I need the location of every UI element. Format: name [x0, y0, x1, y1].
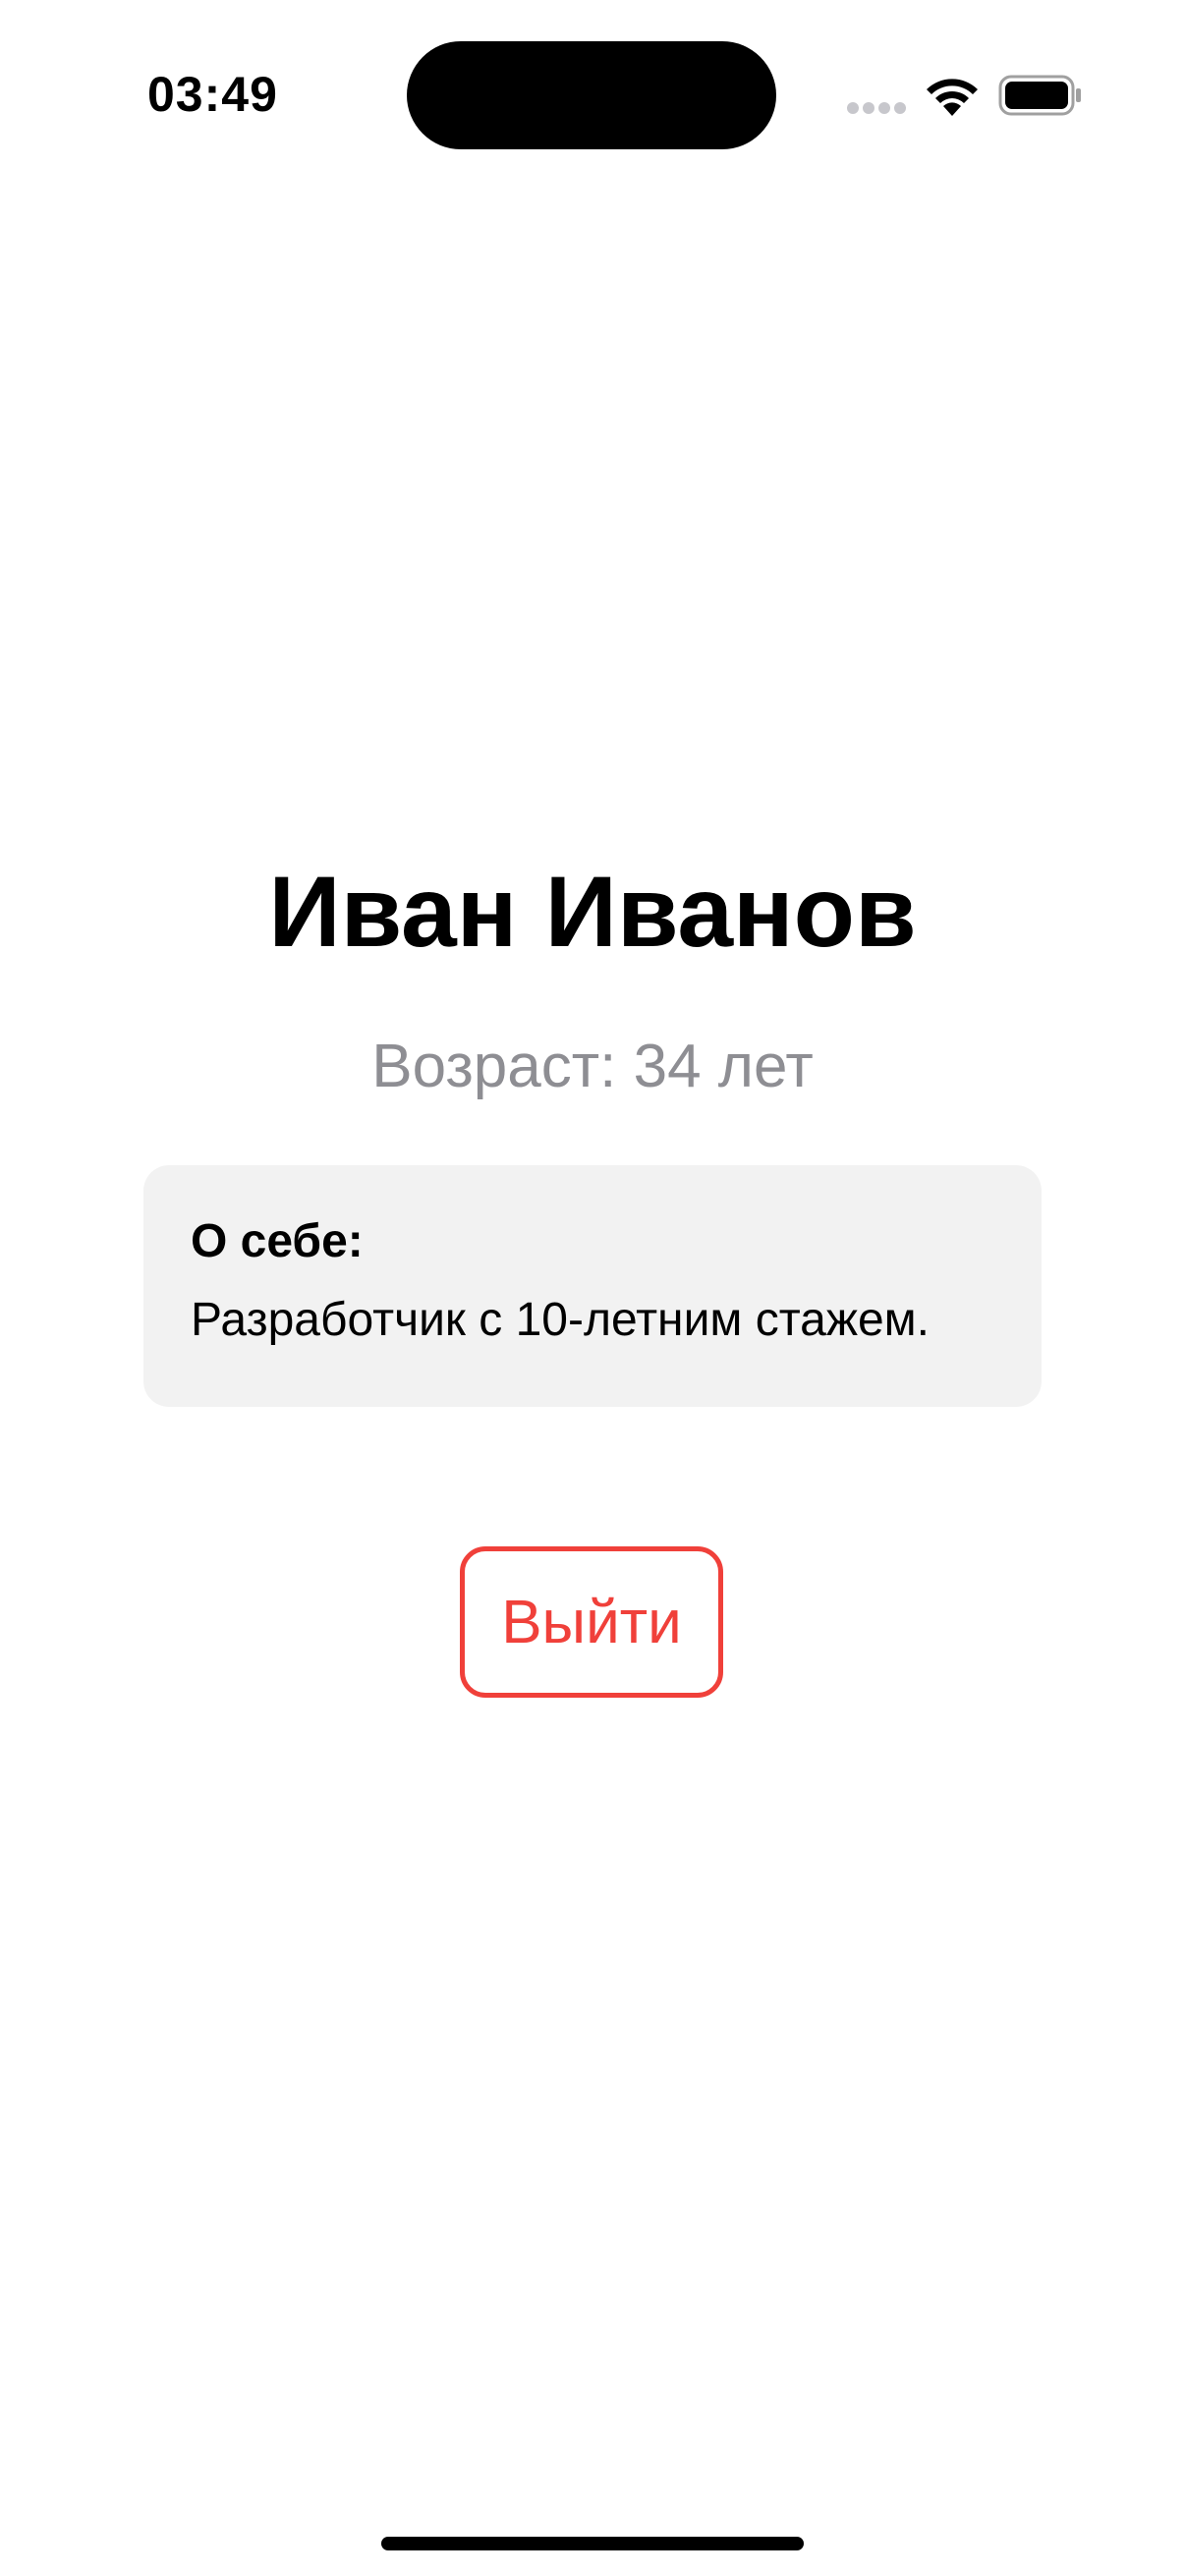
about-card: О себе: Разработчик с 10-летним стажем.	[143, 1165, 1042, 1407]
about-title: О себе:	[191, 1215, 364, 1267]
dynamic-island	[407, 41, 776, 149]
cellular-signal-icon	[847, 102, 908, 116]
logout-button[interactable]: Выйти	[460, 1546, 723, 1698]
about-text: Разработчик с 10-летним стажем.	[191, 1294, 930, 1346]
home-indicator[interactable]	[381, 2537, 804, 2550]
profile-age: Возраст: 34 лет	[371, 1033, 814, 1100]
battery-icon	[998, 75, 1081, 116]
profile-name: Иван Иванов	[268, 856, 917, 968]
status-bar-time: 03:49	[147, 67, 278, 122]
wifi-icon	[927, 79, 978, 116]
